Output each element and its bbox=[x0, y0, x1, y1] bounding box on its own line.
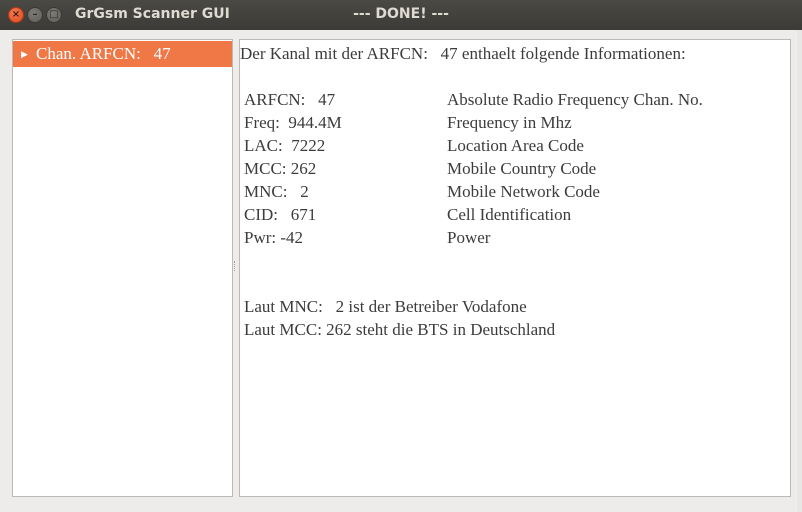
info-heading: Der Kanal mit der ARFCN: 47 enthaelt fol… bbox=[240, 44, 686, 63]
info-desc-arfcn: Absolute Radio Frequency Chan. No. bbox=[447, 90, 703, 109]
info-value-cid: CID: 671 bbox=[244, 205, 317, 224]
info-value-lac: LAC: 7222 bbox=[244, 136, 326, 155]
info-value-pwr: Pwr: -42 bbox=[244, 228, 304, 247]
window-title: --- DONE! --- bbox=[353, 6, 449, 22]
channel-tree[interactable]: ▶ Chan. ARFCN: 47 bbox=[12, 39, 233, 497]
splitter-grip[interactable] bbox=[234, 261, 237, 271]
info-desc-pwr: Power bbox=[447, 228, 491, 247]
info-value-freq: Freq: 944.4M bbox=[244, 113, 342, 132]
info-desc-mcc: Mobile Country Code bbox=[447, 159, 597, 178]
tree-item-channel[interactable]: ▶ Chan. ARFCN: 47 bbox=[13, 41, 232, 67]
info-value-mnc: MNC: 2 bbox=[244, 182, 309, 201]
app-window: × – □ GrGsm Scanner GUI --- DONE! --- ▶ … bbox=[0, 0, 802, 512]
expander-arrow-icon[interactable]: ▶ bbox=[21, 41, 28, 67]
info-desc-freq: Frequency in Mhz bbox=[447, 113, 572, 132]
info-desc-mnc: Mobile Network Code bbox=[447, 182, 600, 201]
info-desc-lac: Location Area Code bbox=[447, 136, 584, 155]
window-right-border bbox=[797, 30, 802, 512]
info-value-mcc: MCC: 262 bbox=[244, 159, 317, 178]
info-desc-cid: Cell Identification bbox=[447, 205, 572, 224]
tree-item-label: Chan. ARFCN: 47 bbox=[36, 44, 171, 63]
info-note-mcc: Laut MCC: 262 steht die BTS in Deutschla… bbox=[244, 320, 556, 339]
info-value-arfcn: ARFCN: 47 bbox=[244, 90, 336, 109]
title-bar[interactable]: × – □ GrGsm Scanner GUI --- DONE! --- bbox=[0, 0, 802, 30]
info-note-mnc: Laut MNC: 2 ist der Betreiber Vodafone bbox=[244, 297, 527, 316]
info-panel: Der Kanal mit der ARFCN: 47 enthaelt fol… bbox=[239, 39, 791, 497]
